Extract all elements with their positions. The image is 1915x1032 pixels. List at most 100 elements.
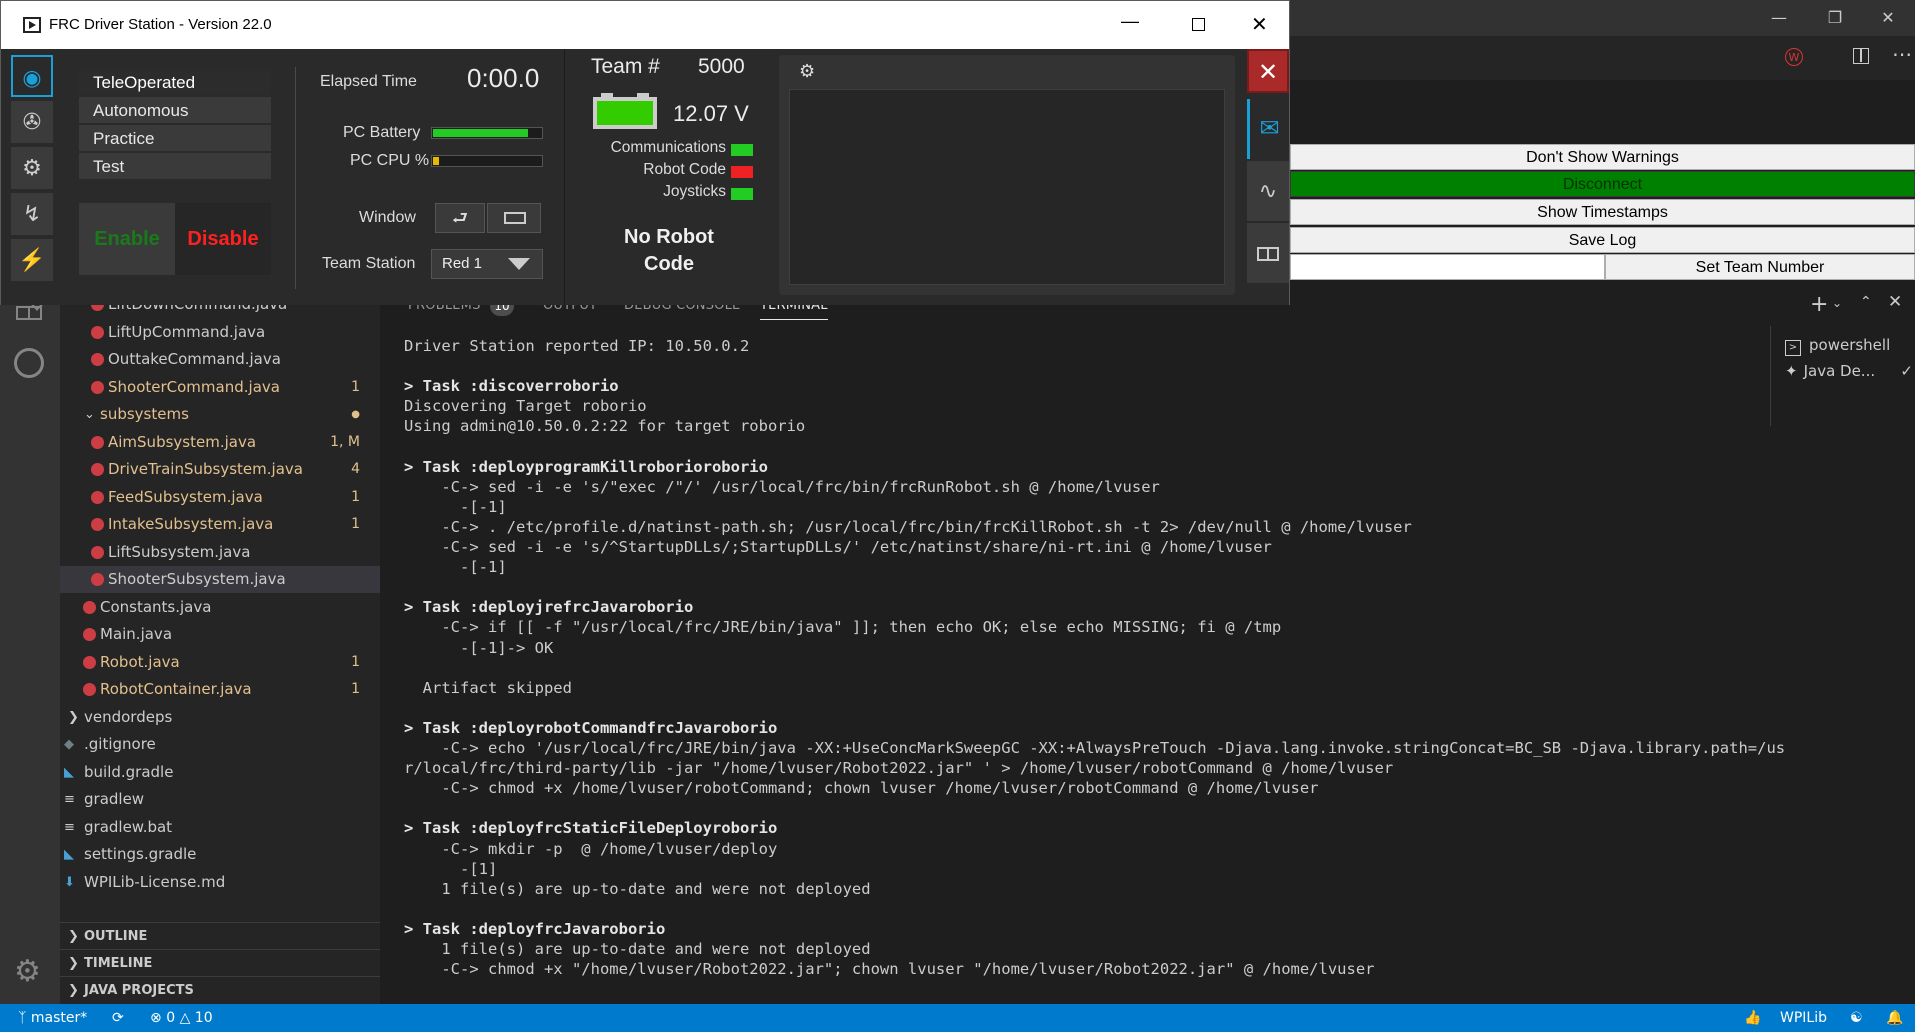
ds-app-icon [23,17,41,33]
message-settings-gear-icon[interactable]: ⚙ [799,61,815,82]
tree-label: Constants.java [100,597,212,616]
java-file-icon [83,600,96,614]
terminal-line: -[-1] [404,558,507,577]
git-file-icon: ◆ [64,737,74,752]
terminal-line: -C-> echo '/usr/local/frc/JRE/bin/java -… [404,739,1786,757]
tree-file[interactable]: ShooterCommand.java 1 [60,374,380,401]
tree-file[interactable]: DriveTrainSubsystem.java 4 [60,456,380,483]
tree-file[interactable]: Main.java [60,621,380,648]
tree-file[interactable]: OuttakeCommand.java [60,346,380,373]
tree-file[interactable]: ◣ build.gradle [60,759,380,786]
ds-usb-icon[interactable]: ↯ [11,193,53,235]
enable-button[interactable]: Enable [79,203,175,275]
close-panel-icon[interactable]: ✕ [1888,292,1902,312]
tools-icon: ✦ [1785,362,1798,380]
java-file-icon [83,628,96,641]
wpilib-status[interactable]: WPILib [1780,1004,1827,1032]
terminal-line: Discovering Target roborio [404,397,647,416]
tree-label: DriveTrainSubsystem.java [108,460,303,478]
ds-close-icon[interactable]: ✕ [1251,12,1268,37]
problem-count-badge: 1 [351,681,360,697]
github-icon[interactable] [14,348,44,378]
disconnect-button[interactable]: Disconnect [1290,171,1915,197]
messages-envelope-icon[interactable]: ✉ [1247,99,1289,159]
tree-file[interactable]: LiftSubsystem.java [60,539,380,566]
tree-folder[interactable]: ❯ vendordeps [60,704,380,731]
mode-autonomous[interactable]: Autonomous [79,97,271,124]
terminal-list-item[interactable]: > powershell [1785,332,1890,358]
sync-icon[interactable]: ⟳ [112,1004,124,1032]
team-station-label: Team Station [322,255,416,272]
ds-close-panel-icon[interactable]: ✕ [1247,49,1289,93]
ds-setup-gear-icon[interactable]: ⚙ [11,147,53,189]
tree-file[interactable]: ≡ gradlew [60,786,380,813]
ds-maximize-icon[interactable] [1192,18,1205,31]
tree-file[interactable]: AimSubsystem.java 1, M [60,429,380,456]
terminal-line: Driver Station reported IP: 10.50.0.2 [404,337,750,355]
java-file-icon [91,353,104,366]
window-docked-button[interactable]: ⮐ [435,203,485,233]
tree-folder[interactable]: ⌄ subsystems ● [60,401,380,428]
tree-file[interactable]: RobotContainer.java 1 [60,676,380,703]
disable-button[interactable]: Disable [175,203,271,275]
close-icon[interactable]: ✕ [1860,0,1915,36]
manage-gear-icon[interactable]: ⚙ [14,954,41,989]
ds-window-title: FRC Driver Station - Version 22.0 [49,16,272,33]
terminal-task-line: > Task :deployjrefrcJavaroborio [404,598,694,617]
java-file-icon [91,463,104,476]
tree-file[interactable]: Robot.java 1 [60,649,380,676]
java-projects-section[interactable]: ❯ JAVA PROJECTS [60,976,380,1004]
terminal-output[interactable]: Driver Station reported IP: 10.50.0.2 > T… [404,336,1785,996]
dont-show-warnings-button[interactable]: Don't Show Warnings [1290,144,1915,170]
tree-file[interactable]: ≡ gradlew.bat [60,814,380,841]
tree-file[interactable]: LiftUpCommand.java [60,319,380,346]
team-number-input[interactable] [1290,254,1605,280]
ds-diagnostics-tab[interactable]: ✇ [11,101,53,143]
split-editor-icon[interactable] [1853,48,1869,64]
tree-file[interactable]: IntakeSubsystem.java 1 [60,511,380,538]
team-station-select[interactable]: Red 1 [431,249,543,279]
minimize-icon[interactable]: — [1751,0,1807,36]
more-actions-icon[interactable]: ⋯ [1892,42,1912,66]
ds-minimize-icon[interactable]: — [1121,11,1139,32]
terminal-task-line: > Task :deployfrcStaticFileDeployroborio [404,819,778,838]
restore-icon[interactable]: ❐ [1807,0,1863,36]
message-log[interactable] [789,89,1225,285]
charts-pulse-icon[interactable]: ∿ [1247,161,1289,221]
git-branch[interactable]: ᛉ master* [18,1004,87,1032]
tree-file[interactable]: ◆ .gitignore [60,731,380,758]
outline-section[interactable]: ❯ OUTLINE [60,922,380,950]
terminal-line: -C-> chmod +x "/home/lvuser/Robot2022.ja… [404,960,1375,979]
maximize-panel-icon[interactable]: ⌃ [1860,294,1872,310]
mode-test[interactable]: Test [79,153,271,180]
problems-status[interactable]: ⊗ 0 △ 10 [150,1004,213,1032]
both-view-icon[interactable] [1247,223,1289,283]
set-team-number-button[interactable]: Set Team Number [1605,254,1915,280]
ds-operation-tab[interactable]: ◉ [11,55,53,97]
tree-file[interactable]: FeedSubsystem.java 1 [60,484,380,511]
accounts-icon[interactable]: ☯ [1850,1004,1863,1032]
mode-teleoperated[interactable]: TeleOperated [79,69,271,96]
tree-file[interactable]: ◣ settings.gradle [60,841,380,868]
mode-practice[interactable]: Practice [79,125,271,152]
tree-label: subsystems [100,405,189,423]
notifications-icon[interactable]: 🔔 [1886,1004,1903,1032]
error-icon: ⊗ [150,1010,162,1026]
elapsed-time-label: Elapsed Time [320,73,417,90]
terminal-list-item[interactable]: ✦ Java De... ✓ [1785,358,1913,384]
save-log-button[interactable]: Save Log [1290,227,1915,253]
tree-file[interactable]: ShooterSubsystem.java [60,566,380,593]
tree-label: ShooterSubsystem.java [108,570,286,588]
wpilib-icon[interactable]: W [1785,48,1803,66]
window-normal-button[interactable] [487,203,541,233]
new-terminal-icon[interactable]: + [1810,292,1828,317]
show-timestamps-button[interactable]: Show Timestamps [1290,199,1915,225]
chevron-right-icon: ❯ [68,709,79,725]
ds-power-bolt-icon[interactable]: ⚡ [11,239,53,281]
team-label: Team # [591,55,660,78]
tree-file[interactable]: ⬇ WPILib-License.md [60,869,380,896]
tree-file[interactable]: Constants.java [60,594,380,621]
timeline-section[interactable]: ❯ TIMELINE [60,949,380,977]
terminal-dropdown-icon[interactable]: ⌄ [1832,296,1842,310]
feedback-icon[interactable]: 👍 [1744,1004,1761,1032]
